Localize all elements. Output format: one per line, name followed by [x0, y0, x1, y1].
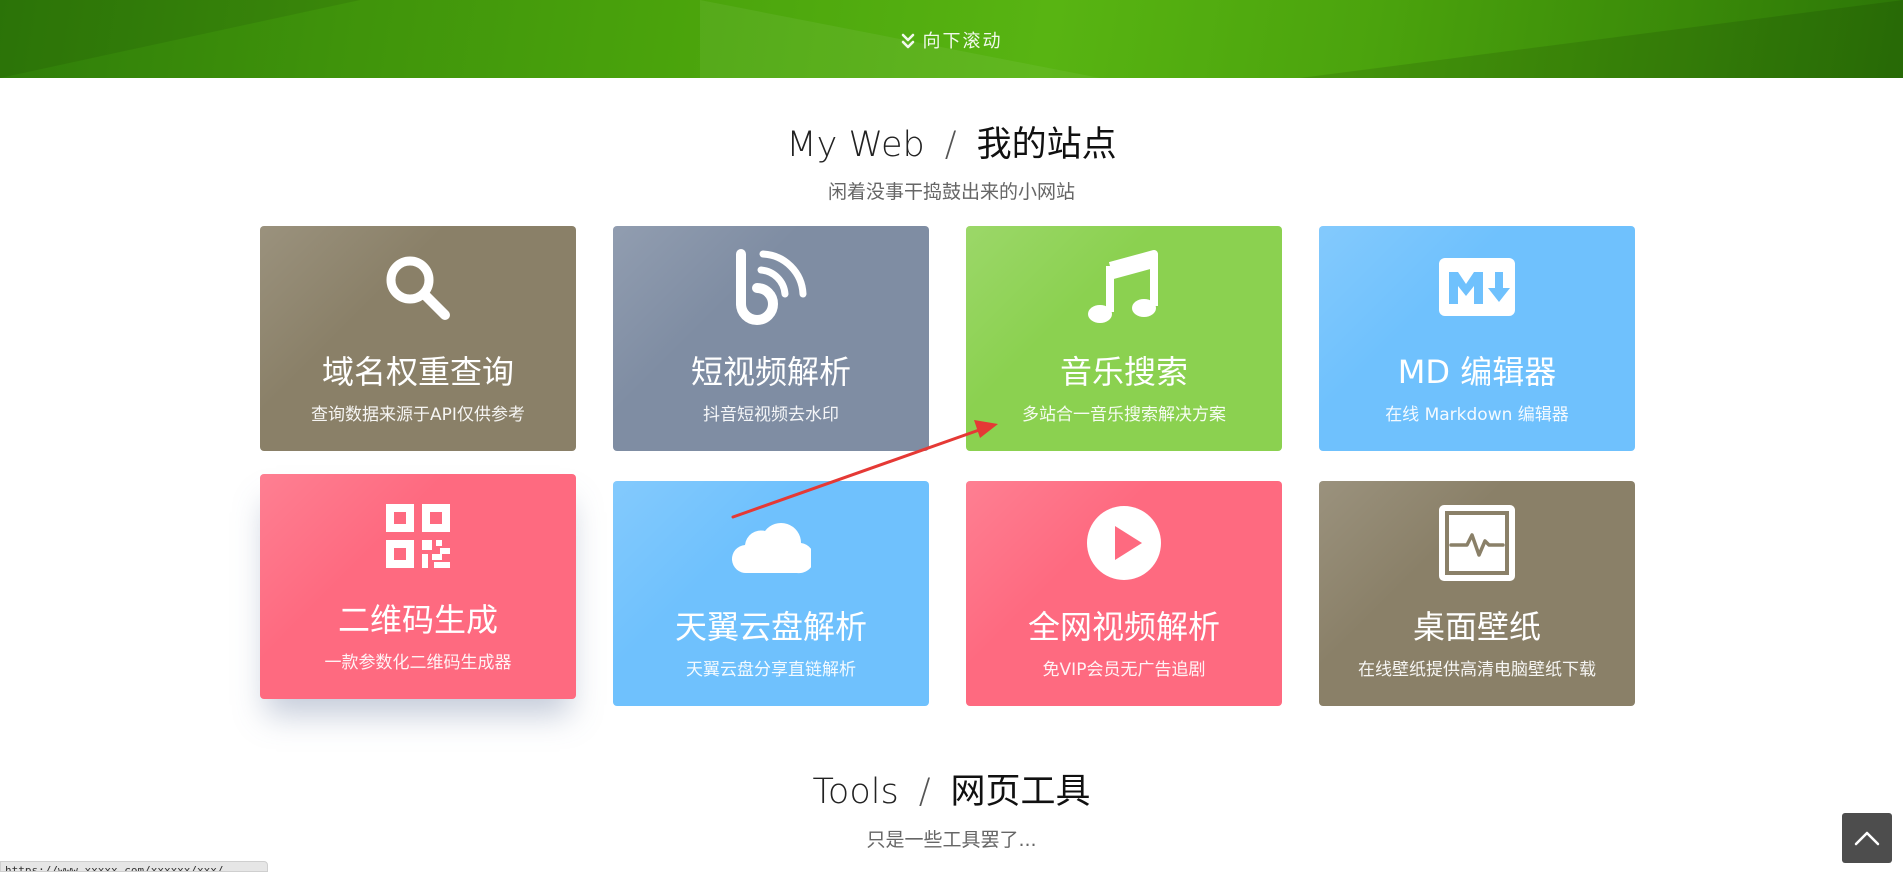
card-title: 全网视频解析 — [1027, 608, 1220, 646]
card-title: 短视频解析 — [690, 353, 851, 391]
sites-title-en: My Web — [786, 125, 925, 165]
sites-section-subtitle: 闲着没事干捣鼓出来的小网站 — [827, 181, 1075, 203]
card-video-parse[interactable]: 全网视频解析 免VIP会员无广告追剧 — [966, 481, 1282, 706]
status-bar-url: https://www.xxxxx.com/xxxxxx/xxx/ — [0, 861, 268, 872]
card-title: 二维码生成 — [337, 601, 498, 639]
sites-title-zh: 我的站点 — [976, 125, 1117, 165]
music-note-icon — [1088, 250, 1158, 323]
card-desc: 免VIP会员无广告追剧 — [1042, 660, 1206, 680]
card-title: MD 编辑器 — [1397, 353, 1557, 391]
card-title: 域名权重查询 — [321, 353, 514, 391]
tools-title-zh: 网页工具 — [950, 772, 1091, 812]
card-title: 桌面壁纸 — [1412, 608, 1541, 646]
card-desc: 在线 Markdown 编辑器 — [1385, 405, 1569, 425]
search-icon — [386, 256, 450, 320]
card-tianyi-cloud[interactable]: 天翼云盘解析 天翼云盘分享直链解析 — [613, 481, 929, 706]
scroll-down-link[interactable]: 向下滚动 — [0, 27, 1903, 53]
cloud-icon — [731, 523, 811, 574]
tools-title-en: Tools — [812, 772, 899, 812]
card-wallpaper[interactable]: 桌面壁纸 在线壁纸提供高清电脑壁纸下载 — [1319, 481, 1635, 706]
card-music-search[interactable]: 音乐搜索 多站合一音乐搜索解决方案 — [966, 226, 1282, 451]
tools-section-title: Tools / 网页工具 — [0, 763, 1903, 814]
card-desc: 多站合一音乐搜索解决方案 — [1022, 405, 1226, 425]
card-short-video[interactable]: 短视频解析 抖音短视频去水印 — [613, 226, 929, 451]
hero-banner: 向下滚动 — [0, 0, 1903, 78]
play-circle-icon — [1087, 506, 1161, 580]
card-md-editor[interactable]: MD 编辑器 在线 Markdown 编辑器 — [1319, 226, 1635, 451]
markdown-icon — [1439, 258, 1515, 316]
scroll-down-label: 向下滚动 — [922, 31, 1003, 52]
card-title: 音乐搜索 — [1059, 353, 1188, 391]
card-domain-weight[interactable]: 域名权重查询 查询数据来源于API仅供参考 — [260, 226, 576, 451]
qrcode-icon — [386, 504, 450, 568]
card-desc: 抖音短视频去水印 — [703, 405, 839, 425]
card-qrcode[interactable]: 二维码生成 一款参数化二维码生成器 — [260, 474, 576, 699]
rss-b-icon — [736, 249, 807, 325]
card-desc: 查询数据来源于API仅供参考 — [311, 405, 525, 425]
title-separator: / — [944, 125, 957, 165]
sites-section-title: My Web / 我的站点 — [0, 116, 1903, 167]
chevron-up-icon — [1854, 831, 1880, 846]
card-title: 天翼云盘解析 — [674, 608, 867, 646]
tools-section-subtitle: 只是一些工具罢了... — [866, 829, 1037, 851]
card-desc: 在线壁纸提供高清电脑壁纸下载 — [1358, 660, 1596, 680]
title-separator: / — [918, 772, 931, 812]
double-chevron-down-icon — [901, 33, 914, 49]
card-desc: 一款参数化二维码生成器 — [324, 653, 512, 673]
back-to-top-button[interactable] — [1842, 813, 1892, 863]
monitor-wave-icon — [1439, 505, 1515, 581]
card-desc: 天翼云盘分享直链解析 — [686, 660, 856, 680]
